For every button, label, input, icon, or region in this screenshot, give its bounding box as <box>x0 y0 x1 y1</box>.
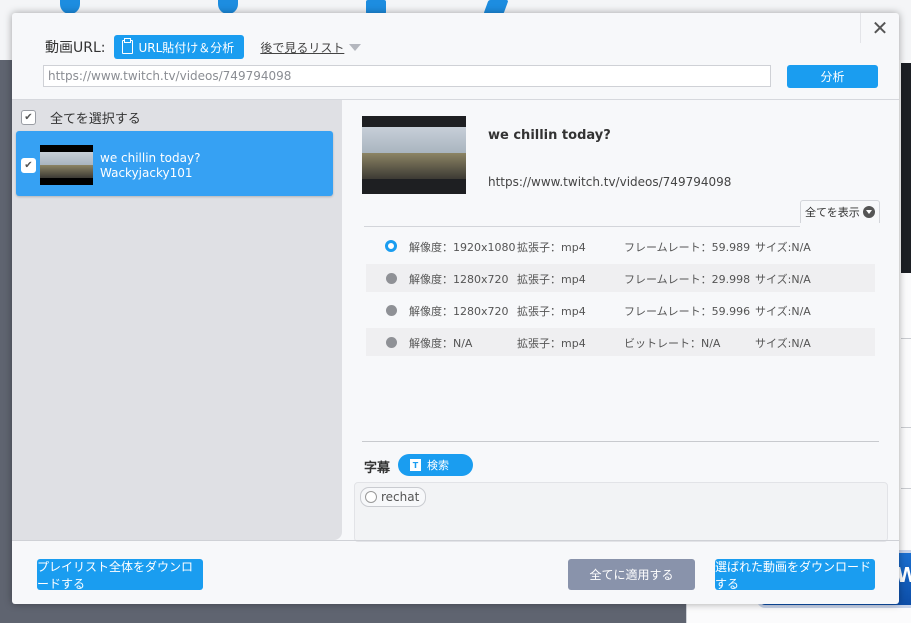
format-option[interactable]: 解像度：1280x720 拡張子：mp4 フレームレート：59.996 サイズ:… <box>366 296 875 324</box>
video-title: we chillin today? <box>488 128 611 143</box>
format-size: サイズ:N/A <box>755 305 811 318</box>
format-rate: フレームレート：29.998 <box>624 273 751 286</box>
format-resolution: 解像度：1280x720 <box>409 305 509 318</box>
close-button[interactable]: ✕ <box>860 13 899 43</box>
format-radio[interactable] <box>386 337 397 348</box>
background-video-area <box>901 63 911 273</box>
video-item-title: we chillin today? <box>100 151 201 165</box>
close-icon: ✕ <box>871 16 889 40</box>
clipboard-icon <box>121 38 133 54</box>
url-toolbar: 動画URL: URL貼付け＆分析 後で見るリスト <box>45 35 362 59</box>
text-search-icon: T <box>410 459 421 471</box>
format-rate: フレームレート：59.996 <box>624 305 751 318</box>
background-toolbar-icon <box>483 0 509 14</box>
format-option[interactable]: 解像度：1280x720 拡張子：mp4 フレームレート：29.998 サイズ:… <box>366 264 875 292</box>
select-all-row[interactable]: ✔ 全てを選択する <box>21 108 141 127</box>
subtitle-search-label: 検索 <box>427 459 449 472</box>
divider <box>364 226 800 227</box>
format-radio[interactable] <box>386 273 397 284</box>
url-input[interactable]: https://www.twitch.tv/videos/749794098 <box>43 65 771 87</box>
background-toolbar-icon <box>366 0 386 14</box>
background-divider <box>901 488 911 489</box>
subtitle-radio[interactable] <box>365 491 377 503</box>
dropdown-arrow-icon <box>862 206 875 218</box>
subtitles-label: 字幕 <box>364 461 391 476</box>
format-size: サイズ:N/A <box>755 273 811 286</box>
background-divider <box>901 427 911 428</box>
select-all-checkbox[interactable]: ✔ <box>21 110 36 125</box>
download-dialog: ✕ 動画URL: URL貼付け＆分析 後で見るリスト https://www.t… <box>12 13 899 604</box>
background-toolbar-icon <box>218 0 238 14</box>
download-selected-button[interactable]: 選ばれた動画をダウンロードする <box>715 559 875 591</box>
watch-later-link[interactable]: 後で見るリスト <box>260 39 344 56</box>
format-rate: ビットレート：N/A <box>624 337 721 350</box>
subtitle-options-box: rechat <box>354 482 888 542</box>
format-resolution: 解像度：1280x720 <box>409 273 509 286</box>
format-radio[interactable] <box>386 305 397 316</box>
analyze-button[interactable]: 分析 <box>787 65 878 88</box>
divider <box>362 441 879 442</box>
format-radio-selected[interactable] <box>385 240 397 252</box>
format-size: サイズ:N/A <box>755 241 811 254</box>
select-all-label: 全てを選択する <box>50 112 141 127</box>
video-list-pane: ✔ 全てを選択する ✔ we chillin today? Wackyjacky… <box>12 100 342 540</box>
format-size: サイズ:N/A <box>755 337 811 350</box>
download-playlist-button[interactable]: プレイリスト全体をダウンロードする <box>37 559 203 591</box>
format-resolution: 解像度：1920x1080 <box>409 241 516 254</box>
video-list-item[interactable]: ✔ we chillin today? Wackyjacky101 <box>16 131 333 196</box>
background-divider <box>901 338 911 339</box>
video-url: https://www.twitch.tv/videos/749794098 <box>488 175 732 189</box>
format-extension: 拡張子：mp4 <box>517 273 586 286</box>
format-option[interactable]: 解像度：1920x1080 拡張子：mp4 フレームレート：59.989 サイズ… <box>366 232 875 260</box>
video-detail-pane: we chillin today? https://www.twitch.tv/… <box>342 100 899 542</box>
subtitle-option-label: rechat <box>381 490 420 504</box>
video-item-channel: Wackyjacky101 <box>100 166 193 180</box>
apply-all-button[interactable]: 全てに適用する <box>568 559 695 590</box>
format-extension: 拡張子：mp4 <box>517 241 586 254</box>
paste-analyze-label: URL貼付け＆分析 <box>138 40 235 55</box>
subtitle-option[interactable]: rechat <box>360 487 427 507</box>
background-toolbar-icon <box>60 0 80 14</box>
divider <box>12 540 899 541</box>
video-preview-thumbnail <box>362 116 466 194</box>
format-extension: 拡張子：mp4 <box>517 337 586 350</box>
show-all-label: 全てを表示 <box>805 206 860 219</box>
paste-analyze-button[interactable]: URL貼付け＆分析 <box>113 35 245 59</box>
format-rate: フレームレート：59.989 <box>624 241 751 254</box>
background-left-strip <box>0 60 12 623</box>
format-option[interactable]: 解像度：N/A 拡張子：mp4 ビットレート：N/A サイズ:N/A <box>366 328 875 356</box>
subtitle-search-button[interactable]: T 検索 <box>398 454 473 476</box>
chevron-down-icon[interactable] <box>349 43 362 51</box>
url-label: 動画URL: <box>45 40 106 56</box>
format-extension: 拡張子：mp4 <box>517 305 586 318</box>
show-all-dropdown[interactable]: 全てを表示 <box>800 200 880 223</box>
format-resolution: 解像度：N/A <box>409 337 473 350</box>
video-item-checkbox[interactable]: ✔ <box>21 158 36 173</box>
video-thumbnail <box>40 145 93 185</box>
